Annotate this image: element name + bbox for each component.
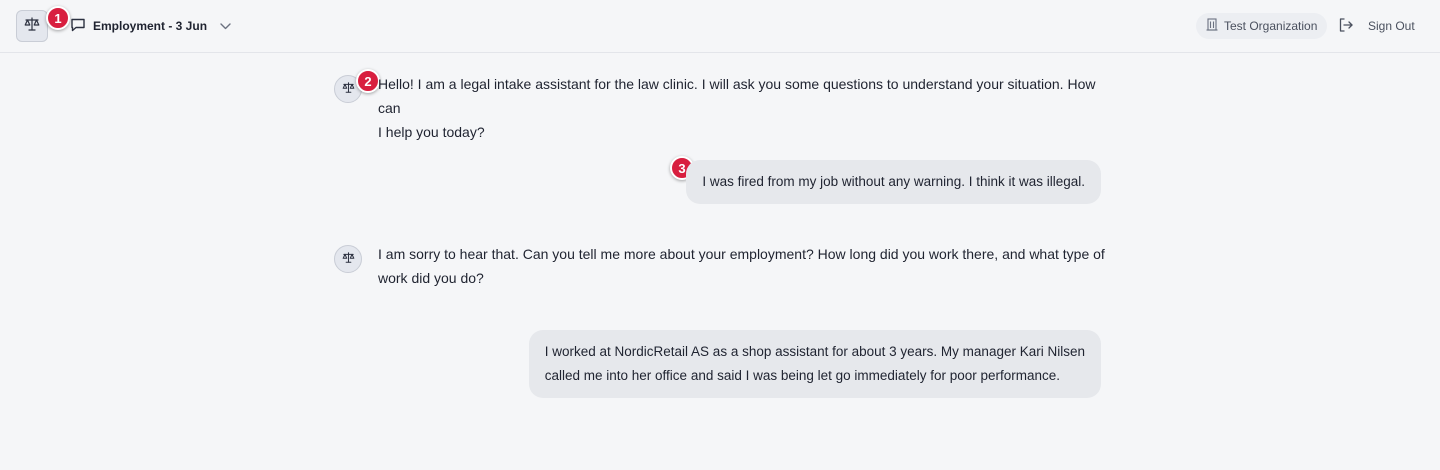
user-message: I worked at NordicRetail AS as a shop as… [528, 330, 1101, 398]
user-message: I was fired from my job without any warn… [686, 160, 1101, 204]
message-line: called me into her office and said I was… [544, 368, 1061, 383]
organization-button[interactable]: Test Organization [1196, 13, 1328, 39]
top-bar: 1 Employment - 3 Jun Test Organization S… [0, 0, 1440, 53]
message-line: I worked at NordicRetail AS as a shop as… [544, 344, 1085, 359]
message-line: I help you today? [378, 124, 485, 140]
organization-name: Test Organization [1224, 19, 1318, 33]
assistant-message: Hello! I am a legal intake assistant for… [378, 72, 1106, 144]
scales-icon [342, 80, 355, 98]
marker-badge-2: 2 [356, 69, 380, 93]
assistant-avatar [334, 245, 362, 273]
chat-bubble-icon [70, 17, 86, 35]
home-logo-button[interactable] [16, 10, 48, 42]
message-line: I was fired from my job without any warn… [702, 174, 1085, 189]
sign-out-button[interactable]: Sign Out [1338, 14, 1415, 38]
conversation-title: Employment - 3 Jun [93, 19, 208, 33]
chevron-down-icon [220, 22, 231, 30]
scales-icon [24, 16, 40, 36]
message-line: I am sorry to hear that. Can you tell me… [378, 246, 1105, 262]
marker-badge-1: 1 [46, 6, 70, 30]
scales-icon [342, 250, 355, 268]
logout-icon [1338, 17, 1354, 36]
sign-out-label: Sign Out [1368, 19, 1415, 33]
conversation-selector[interactable]: Employment - 3 Jun [70, 15, 231, 37]
assistant-message: I am sorry to hear that. Can you tell me… [378, 242, 1106, 290]
building-icon [1206, 18, 1218, 34]
message-line: Hello! I am a legal intake assistant for… [378, 76, 1096, 116]
message-line: work did you do? [378, 270, 484, 286]
